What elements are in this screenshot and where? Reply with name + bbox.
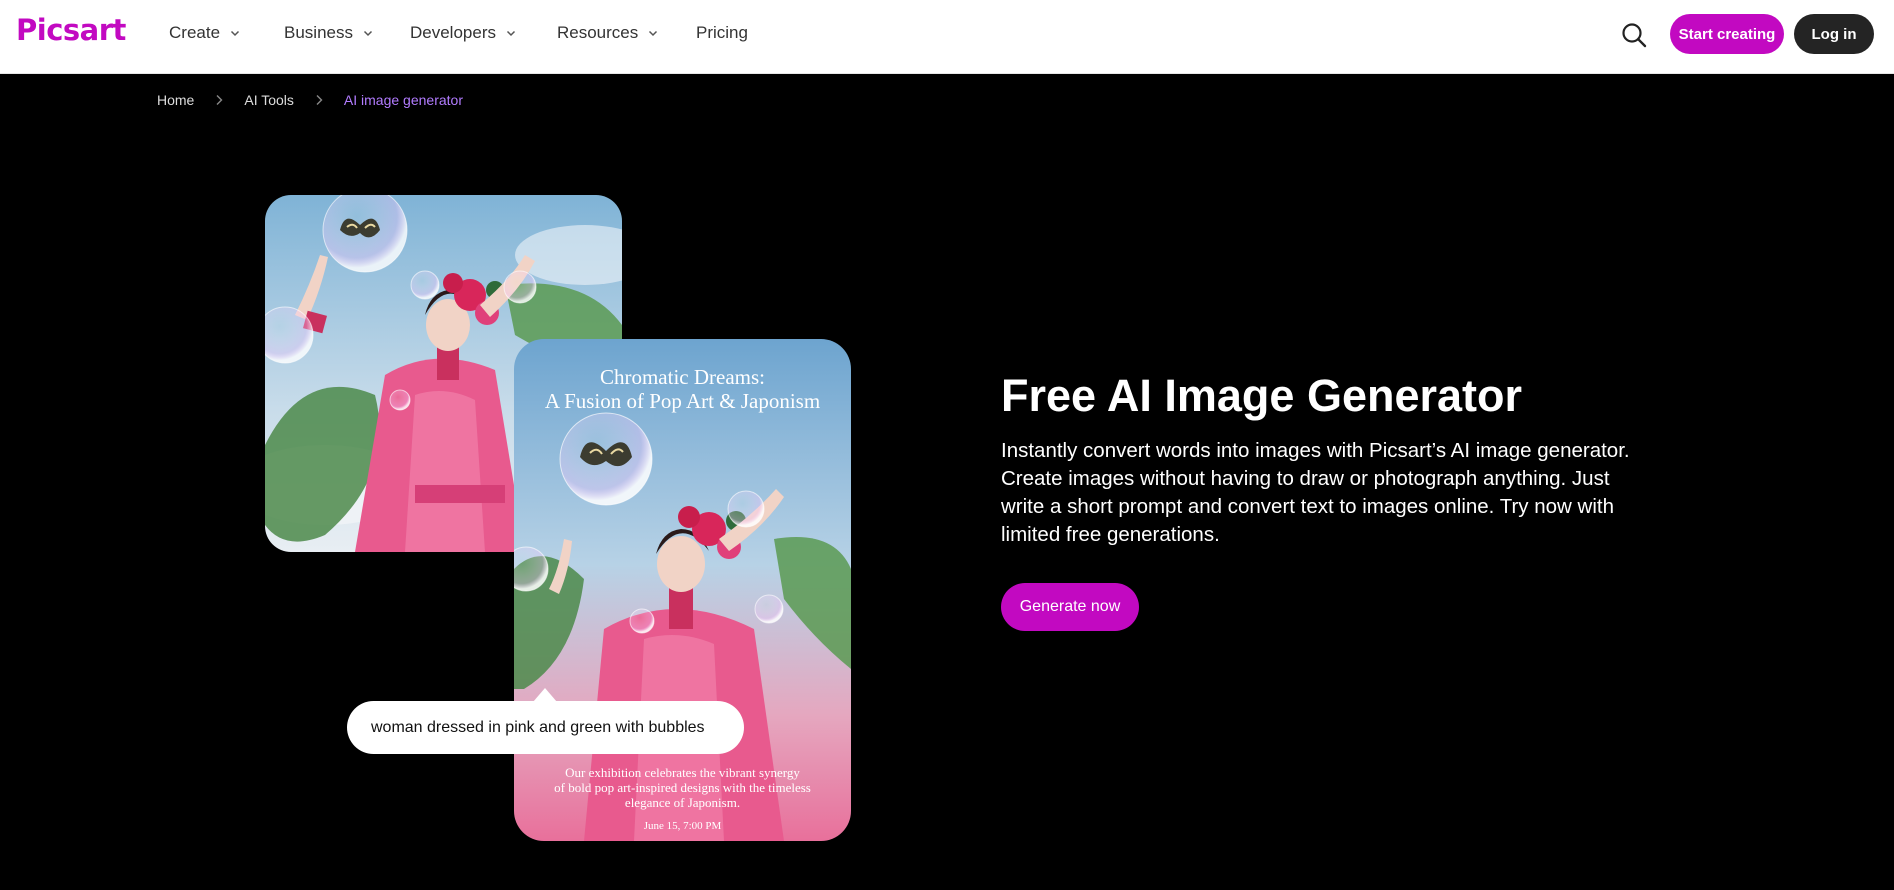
top-nav: Picsart Create Business Developers Resou… — [0, 0, 1894, 74]
nav-item-developers[interactable]: Developers — [410, 23, 516, 43]
chevron-right-icon — [216, 95, 223, 105]
chevron-down-icon — [506, 30, 516, 37]
chevron-down-icon — [363, 30, 373, 37]
poster-body-line-1: Our exhibition celebrates the vibrant sy… — [565, 765, 800, 780]
chevron-down-icon — [649, 30, 658, 37]
nav-item-label: Pricing — [696, 23, 748, 42]
breadcrumb: Home AI Tools AI image generator — [157, 92, 463, 108]
generate-now-button[interactable]: Generate now — [1001, 583, 1139, 631]
nav-item-business[interactable]: Business — [284, 23, 373, 43]
page-title: Free AI Image Generator — [1001, 370, 1523, 421]
poster-title-line-2: A Fusion of Pop Art & Japonism — [544, 389, 821, 413]
nav-item-label: Create — [169, 23, 221, 42]
prompt-text: woman dressed in pink and green with bub… — [371, 718, 705, 736]
nav-item-label: Resources — [557, 23, 639, 42]
picsart-logo[interactable]: Picsart — [16, 13, 126, 47]
breadcrumb-ai-tools[interactable]: AI Tools — [244, 92, 294, 108]
poster-body-line-2: of bold pop art-inspired designs with th… — [554, 780, 811, 795]
poster-date: June 15, 7:00 PM — [643, 820, 722, 832]
nav-item-resources[interactable]: Resources — [557, 23, 658, 43]
chevron-right-icon — [316, 95, 323, 105]
start-creating-button[interactable]: Start creating — [1670, 14, 1784, 54]
hero-description: Instantly convert words into images with… — [1001, 439, 1630, 546]
poster-body-line-3: elegance of Japonism. — [624, 795, 741, 810]
chevron-down-icon — [231, 30, 240, 37]
nav-item-create[interactable]: Create — [169, 23, 240, 43]
log-in-button[interactable]: Log in — [1794, 14, 1874, 54]
nav-item-label: Developers — [410, 23, 496, 42]
prompt-bubble-tail — [533, 688, 557, 702]
nav-item-label: Business — [284, 23, 353, 42]
breadcrumb-current-page: AI image generator — [343, 92, 463, 108]
nav-item-pricing[interactable]: Pricing — [696, 23, 748, 43]
prompt-bubble: woman dressed in pink and green with bub… — [347, 701, 744, 754]
breadcrumb-home[interactable]: Home — [157, 92, 194, 108]
sample-image-poster: Chromatic Dreams: A Fusion of Pop Art & … — [514, 339, 851, 841]
poster-title-line-1: Chromatic Dreams: — [599, 365, 766, 389]
search-icon[interactable] — [1620, 21, 1648, 49]
